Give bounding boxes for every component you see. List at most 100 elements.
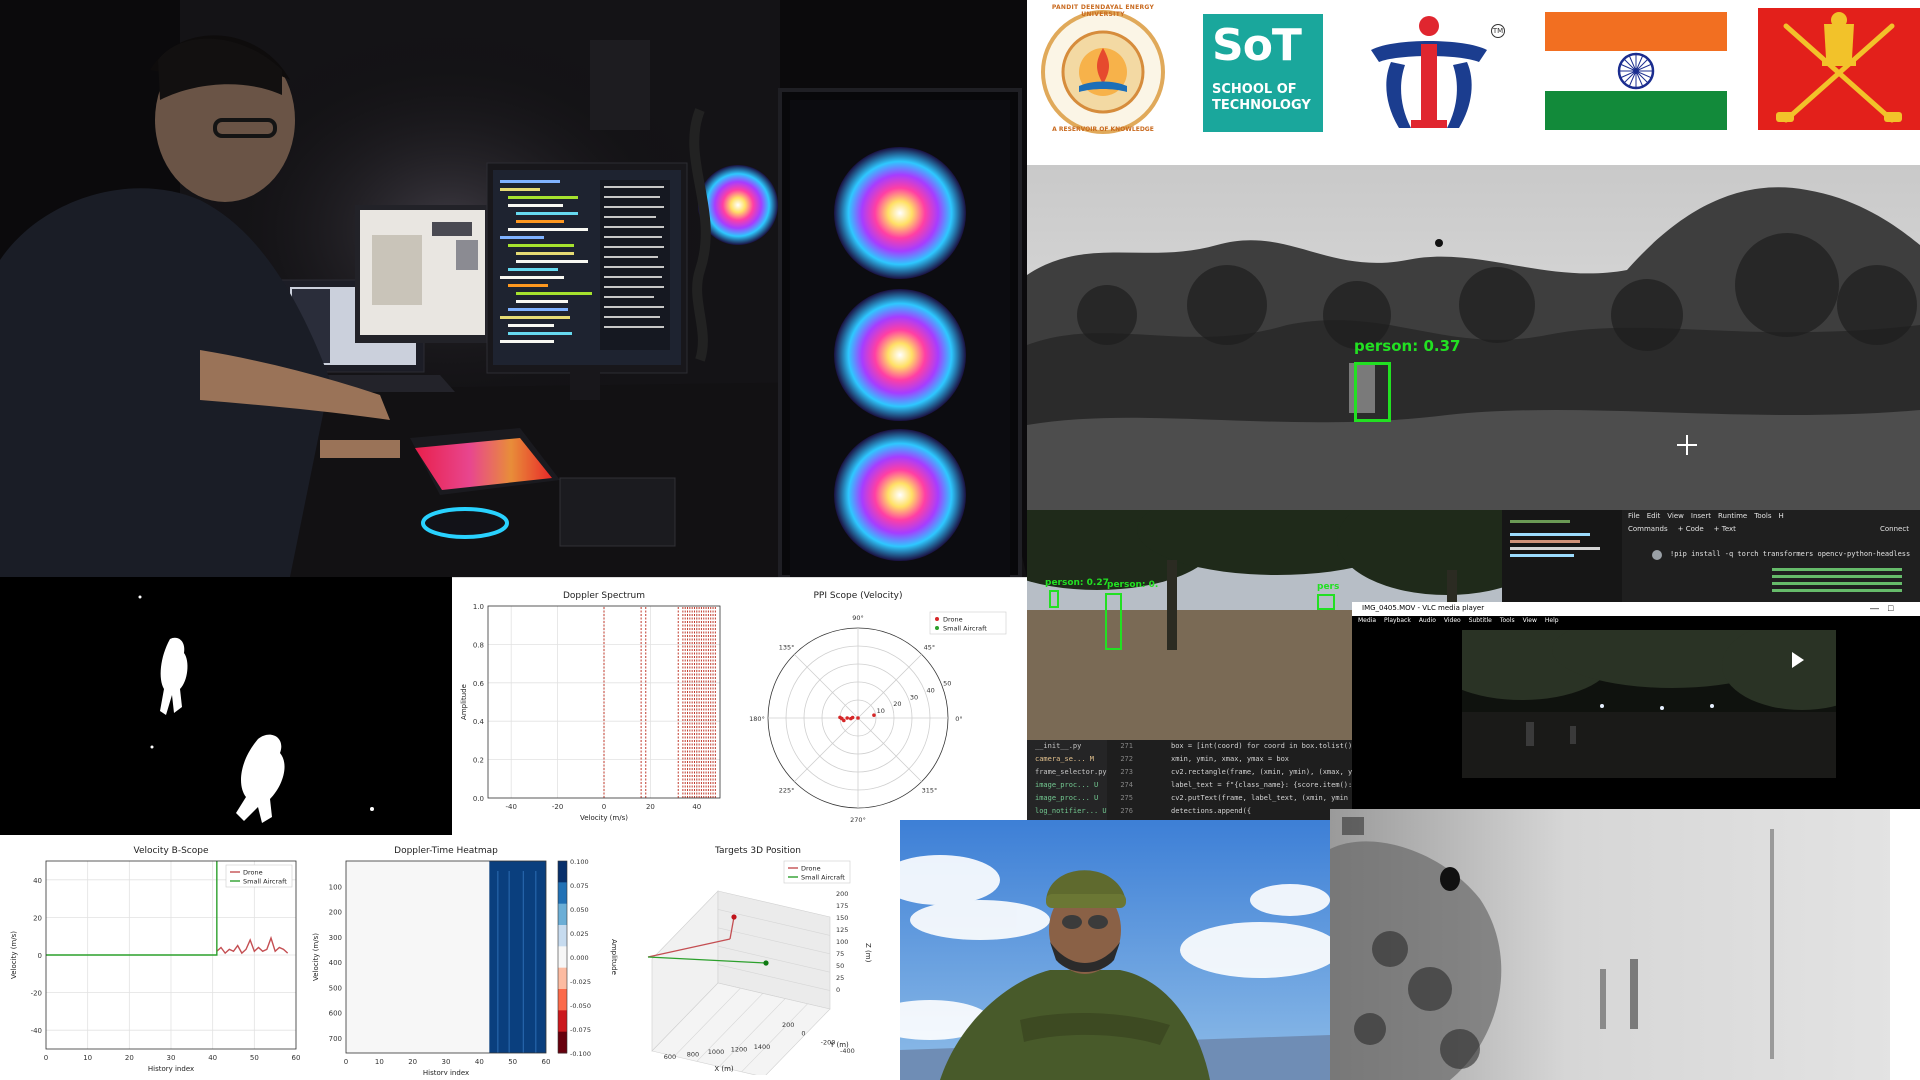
y-tick-label: 200 xyxy=(782,1021,794,1029)
series-line xyxy=(46,861,218,956)
vlc-menu-view[interactable]: View xyxy=(1523,617,1537,624)
z-tick-label: 150 xyxy=(836,914,848,922)
colorbar-segment xyxy=(558,1031,567,1054)
incubation-logo: TM xyxy=(1363,10,1513,135)
y-tick-label: 0 xyxy=(38,952,42,960)
y-tick-label: 0.2 xyxy=(473,757,484,765)
x-tick-label: -20 xyxy=(552,803,563,811)
vlc-menu-audio[interactable]: Audio xyxy=(1419,617,1436,624)
vlc-menu-playback[interactable]: Playback xyxy=(1384,617,1411,624)
chart-title: PPI Scope (Velocity) xyxy=(814,591,903,601)
file-item[interactable]: image_proc... U xyxy=(1027,792,1107,805)
angle-spoke xyxy=(857,654,922,719)
x-axis-label: X (m) xyxy=(714,1065,734,1073)
z-tick-label: 50 xyxy=(836,962,844,970)
line-number: 275 xyxy=(1120,794,1133,802)
y-tick-label: 1.0 xyxy=(473,603,484,611)
vlc-menu-subtitle[interactable]: Subtitle xyxy=(1469,617,1492,624)
ashoka-chakra-icon xyxy=(1617,52,1655,90)
y-tick-label: 0.6 xyxy=(473,680,485,688)
file-item[interactable]: log_notifier... U xyxy=(1027,805,1107,818)
ppi-scope-chart: PPI Scope (Velocity) 10 20 30 40 50 90° 45° 0° 31… xyxy=(749,591,1007,824)
colab-menu-view[interactable]: View xyxy=(1667,512,1684,520)
y-tick-label: 400 xyxy=(329,959,342,967)
thermal-frame xyxy=(1330,809,1920,1080)
tm-mark: TM xyxy=(1491,24,1505,38)
colab-menu-file[interactable]: File xyxy=(1628,512,1640,520)
legend-label: Drone xyxy=(243,869,263,877)
y-tick-label: 40 xyxy=(33,877,42,885)
logos-strip: PANDIT DEENDAYAL ENERGY UNIVERSITY A RES… xyxy=(1027,0,1920,165)
detection-label-1: person: 0.27 xyxy=(1045,578,1109,588)
code-line: cv2.putText(frame, label_text, (xmin, ym… xyxy=(1171,794,1355,802)
play-cell-icon[interactable] xyxy=(1652,550,1662,560)
vlc-menu-help[interactable]: Help xyxy=(1545,617,1559,624)
colab-menu-runtime[interactable]: Runtime xyxy=(1718,512,1747,520)
data-point xyxy=(845,716,849,720)
file-item[interactable]: image_proc... U xyxy=(1027,779,1107,792)
data-point xyxy=(856,716,860,720)
x-tick-label: 10 xyxy=(375,1058,384,1066)
minimize-icon[interactable]: — xyxy=(1870,603,1879,613)
y-axis-label: Amplitude xyxy=(460,684,468,720)
colab-menu-edit[interactable]: Edit xyxy=(1647,512,1661,520)
y-tick-label: 0.0 xyxy=(473,795,484,803)
y-tick-label: 500 xyxy=(329,984,342,992)
vlc-menu-video[interactable]: Video xyxy=(1444,617,1461,624)
colorbar-segment xyxy=(558,946,567,969)
detection-label-2: person: 0. xyxy=(1107,580,1159,590)
add-code-button[interactable]: + Code xyxy=(1678,525,1704,533)
colorbar-segment xyxy=(558,882,567,905)
targets-3d-chart: Targets 3D Position600 800 1000 1200 1400X (… xyxy=(647,846,872,1075)
x-tick-label: 1000 xyxy=(708,1048,725,1056)
colab-menu-help[interactable]: H xyxy=(1778,512,1783,520)
sot-logo: SoT SCHOOL OF TECHNOLOGY xyxy=(1203,14,1323,132)
maximize-icon[interactable]: □ xyxy=(1888,603,1893,613)
vlc-video[interactable] xyxy=(1462,630,1836,778)
file-item[interactable]: __init__.py xyxy=(1027,740,1107,753)
connect-button[interactable]: Connect xyxy=(1880,525,1909,533)
vlc-menu-tools[interactable]: Tools xyxy=(1500,617,1515,624)
colab-menu-tools[interactable]: Tools xyxy=(1754,512,1771,520)
y-tick-label: 0 xyxy=(801,1030,805,1038)
vlc-menu-media[interactable]: Media xyxy=(1358,617,1376,624)
chart-title: Doppler Spectrum xyxy=(563,591,645,601)
colab-cell-code[interactable]: !pip install -q torch transformers openc… xyxy=(1670,550,1916,558)
series-line xyxy=(216,935,289,955)
pdeu-motto: A RESERVOIR OF KNOWLEDGE xyxy=(1052,126,1154,133)
vlc-title: IMG_0405.MOV - VLC media player xyxy=(1362,604,1485,612)
angle-tick-label: 0° xyxy=(955,715,962,723)
colorbar-tick-label: -0.050 xyxy=(570,1002,591,1010)
play-icon[interactable] xyxy=(1792,652,1804,668)
aircraft-point xyxy=(763,960,769,966)
x-tick-label: -40 xyxy=(505,803,516,811)
angle-spoke xyxy=(794,717,859,782)
x-axis-label: Velocity (m/s) xyxy=(580,814,628,822)
line-number: 272 xyxy=(1120,755,1133,763)
motion-mask xyxy=(0,577,452,835)
data-point xyxy=(842,718,846,723)
commands-button[interactable]: Commands xyxy=(1628,525,1668,533)
add-text-button[interactable]: + Text xyxy=(1714,525,1736,533)
z-tick-label: 200 xyxy=(836,890,848,898)
pdeu-logo: PANDIT DEENDAYAL ENERGY UNIVERSITY A RES… xyxy=(1039,4,1167,136)
soldier-photo xyxy=(900,820,1330,1080)
file-item[interactable]: frame_selector.py xyxy=(1027,766,1107,779)
file-item[interactable]: camera_se... M xyxy=(1027,753,1107,766)
detection-box-2 xyxy=(1049,590,1059,608)
y-tick-label: 100 xyxy=(329,883,342,891)
colorbar-tick-label: 0.050 xyxy=(570,906,589,914)
colab-menu-insert[interactable]: Insert xyxy=(1691,512,1711,520)
x-tick-label: 0 xyxy=(344,1058,348,1066)
x-tick-label: 0 xyxy=(602,803,606,811)
file-explorer: __init__.py camera_se... M frame_selecto… xyxy=(1027,740,1107,820)
colab-side-code xyxy=(1502,510,1622,602)
x-tick-label: 10 xyxy=(83,1054,92,1062)
y-tick-label: 600 xyxy=(329,1010,342,1018)
colorbar-segment xyxy=(558,989,567,1011)
code-editor: __init__.py camera_se... M frame_selecto… xyxy=(1027,740,1355,820)
bushland-scene xyxy=(1027,165,1920,510)
x-tick-label: 20 xyxy=(408,1058,417,1066)
workstation-scene xyxy=(0,0,1027,577)
chart-title: Velocity B-Scope xyxy=(133,846,208,856)
